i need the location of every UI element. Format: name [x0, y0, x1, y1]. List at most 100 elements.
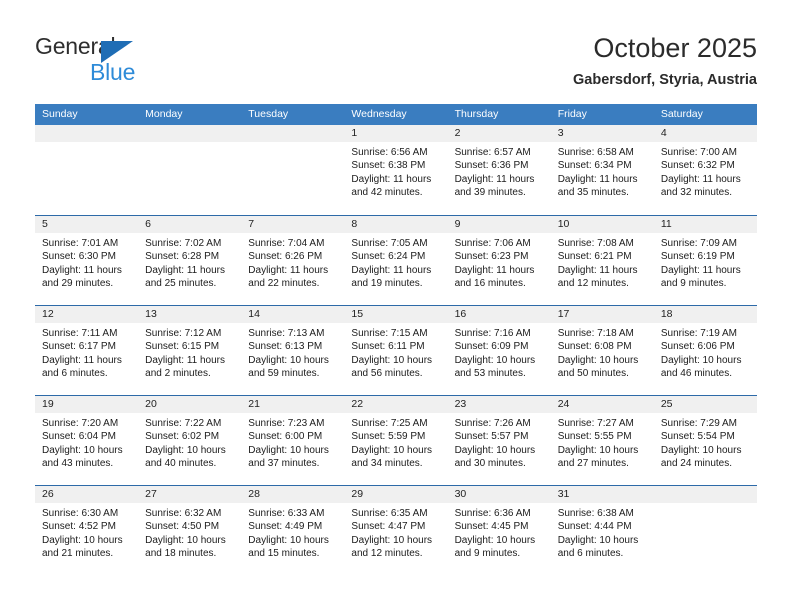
week-row: 12 Sunrise: 7:11 AM Sunset: 6:17 PM Dayl… [35, 305, 757, 395]
day-cell[interactable]: 13 Sunrise: 7:12 AM Sunset: 6:15 PM Dayl… [138, 306, 242, 395]
day-details: Sunrise: 6:32 AM Sunset: 4:50 PM Dayligh… [138, 503, 241, 561]
day-details: Sunrise: 7:02 AM Sunset: 6:28 PM Dayligh… [138, 233, 241, 291]
sunset-text: Sunset: 6:19 PM [660, 251, 735, 263]
day-cell[interactable]: 1 Sunrise: 6:56 AM Sunset: 6:38 PM Dayli… [344, 125, 448, 215]
daylight-text-line1: Daylight: 10 hours [145, 444, 226, 456]
daylight-text-line1: Daylight: 11 hours [557, 173, 638, 185]
calendar-page: General Blue October 2025 Gabersdorf, St… [0, 0, 792, 612]
sunrise-text: Sunrise: 7:01 AM [42, 238, 119, 249]
day-number [241, 125, 345, 142]
day-details: Sunrise: 7:08 AM Sunset: 6:21 PM Dayligh… [551, 233, 654, 291]
day-cell[interactable]: 24 Sunrise: 7:27 AM Sunset: 5:55 PM Dayl… [550, 396, 654, 485]
logo-text-blue: Blue [90, 59, 136, 85]
sunset-text: Sunset: 6:17 PM [42, 341, 116, 353]
weekday-header-wednesday: Wednesday [351, 108, 407, 120]
sunset-text: Sunset: 4:50 PM [145, 521, 220, 533]
day-cell[interactable]: 3 Sunrise: 6:58 AM Sunset: 6:34 PM Dayli… [550, 125, 654, 215]
sunrise-text: Sunrise: 7:02 AM [145, 238, 222, 249]
day-details: Sunrise: 7:22 AM Sunset: 6:02 PM Dayligh… [138, 413, 241, 471]
day-cell[interactable]: 9 Sunrise: 7:06 AM Sunset: 6:23 PM Dayli… [447, 216, 551, 305]
day-cell[interactable]: 30 Sunrise: 6:36 AM Sunset: 4:45 PM Dayl… [447, 486, 551, 575]
day-details: Sunrise: 7:13 AM Sunset: 6:13 PM Dayligh… [241, 323, 344, 381]
sunset-text: Sunset: 6:00 PM [248, 431, 323, 443]
daylight-text-line2: and 39 minutes. [454, 187, 526, 199]
day-number: 21 [241, 396, 345, 413]
day-cell[interactable]: 12 Sunrise: 7:11 AM Sunset: 6:17 PM Dayl… [35, 306, 139, 395]
daylight-text-line2: and 25 minutes. [145, 278, 217, 290]
daylight-text-line1: Daylight: 11 hours [660, 173, 741, 185]
day-cell[interactable]: 25 Sunrise: 7:29 AM Sunset: 5:54 PM Dayl… [653, 396, 757, 485]
day-details: Sunrise: 7:12 AM Sunset: 6:15 PM Dayligh… [138, 323, 241, 381]
day-cell[interactable]: 29 Sunrise: 6:35 AM Sunset: 4:47 PM Dayl… [344, 486, 448, 575]
day-cell[interactable]: 5 Sunrise: 7:01 AM Sunset: 6:30 PM Dayli… [35, 216, 139, 305]
day-cell[interactable]: 17 Sunrise: 7:18 AM Sunset: 6:08 PM Dayl… [550, 306, 654, 395]
day-cell[interactable] [653, 486, 757, 575]
sunrise-text: Sunrise: 6:30 AM [42, 508, 119, 519]
sunset-text: Sunset: 6:36 PM [454, 160, 529, 172]
day-cell[interactable]: 2 Sunrise: 6:57 AM Sunset: 6:36 PM Dayli… [447, 125, 551, 215]
day-cell[interactable]: 27 Sunrise: 6:32 AM Sunset: 4:50 PM Dayl… [138, 486, 242, 575]
day-cell[interactable]: 26 Sunrise: 6:30 AM Sunset: 4:52 PM Dayl… [35, 486, 139, 575]
daylight-text-line2: and 46 minutes. [660, 368, 733, 380]
day-cell[interactable]: 16 Sunrise: 7:16 AM Sunset: 6:09 PM Dayl… [447, 306, 551, 395]
day-cell[interactable]: 21 Sunrise: 7:23 AM Sunset: 6:00 PM Dayl… [241, 396, 345, 485]
day-cell[interactable]: 19 Sunrise: 7:20 AM Sunset: 6:04 PM Dayl… [35, 396, 139, 485]
day-cell[interactable] [35, 125, 139, 215]
day-cell[interactable]: 20 Sunrise: 7:22 AM Sunset: 6:02 PM Dayl… [138, 396, 242, 485]
sunset-text: Sunset: 6:04 PM [42, 431, 116, 443]
sunrise-text: Sunrise: 7:06 AM [454, 238, 531, 249]
sunset-text: Sunset: 6:32 PM [660, 160, 735, 172]
sunset-text: Sunset: 4:45 PM [454, 521, 529, 533]
day-number: 13 [138, 306, 242, 323]
day-details: Sunrise: 6:30 AM Sunset: 4:52 PM Dayligh… [35, 503, 138, 561]
day-cell[interactable]: 18 Sunrise: 7:19 AM Sunset: 6:06 PM Dayl… [653, 306, 757, 395]
weekday-header-friday: Friday [557, 108, 587, 120]
day-details: Sunrise: 7:18 AM Sunset: 6:08 PM Dayligh… [551, 323, 654, 381]
daylight-text-line2: and 59 minutes. [248, 368, 320, 380]
sunset-text: Sunset: 6:24 PM [351, 251, 426, 263]
day-cell[interactable]: 22 Sunrise: 7:25 AM Sunset: 5:59 PM Dayl… [344, 396, 448, 485]
daylight-text-line2: and 50 minutes. [557, 368, 629, 380]
day-number: 20 [138, 396, 242, 413]
day-cell[interactable]: 15 Sunrise: 7:15 AM Sunset: 6:11 PM Dayl… [344, 306, 448, 395]
sunset-text: Sunset: 6:09 PM [454, 341, 529, 353]
sunrise-text: Sunrise: 7:12 AM [145, 328, 222, 339]
sunset-text: Sunset: 6:23 PM [454, 251, 529, 263]
day-cell[interactable]: 11 Sunrise: 7:09 AM Sunset: 6:19 PM Dayl… [653, 216, 757, 305]
daylight-text-line1: Daylight: 11 hours [351, 173, 432, 185]
day-cell[interactable]: 8 Sunrise: 7:05 AM Sunset: 6:24 PM Dayli… [344, 216, 448, 305]
day-cell[interactable]: 10 Sunrise: 7:08 AM Sunset: 6:21 PM Dayl… [550, 216, 654, 305]
day-number: 22 [344, 396, 448, 413]
day-details: Sunrise: 7:20 AM Sunset: 6:04 PM Dayligh… [35, 413, 138, 471]
day-cell[interactable]: 4 Sunrise: 7:00 AM Sunset: 6:32 PM Dayli… [653, 125, 757, 215]
sunrise-text: Sunrise: 7:11 AM [42, 328, 118, 339]
sunrise-text: Sunrise: 7:09 AM [660, 238, 737, 249]
day-cell[interactable] [241, 125, 345, 215]
day-details: Sunrise: 7:27 AM Sunset: 5:55 PM Dayligh… [551, 413, 654, 471]
day-cell[interactable]: 23 Sunrise: 7:26 AM Sunset: 5:57 PM Dayl… [447, 396, 551, 485]
daylight-text-line1: Daylight: 10 hours [351, 444, 433, 456]
sunset-text: Sunset: 6:06 PM [660, 341, 735, 353]
day-details: Sunrise: 6:38 AM Sunset: 4:44 PM Dayligh… [551, 503, 654, 561]
day-cell[interactable]: 28 Sunrise: 6:33 AM Sunset: 4:49 PM Dayl… [241, 486, 345, 575]
sunset-text: Sunset: 4:47 PM [351, 521, 426, 533]
day-number: 26 [35, 486, 139, 503]
daylight-text-line2: and 24 minutes. [660, 458, 733, 470]
day-cell[interactable]: 6 Sunrise: 7:02 AM Sunset: 6:28 PM Dayli… [138, 216, 242, 305]
day-cell[interactable]: 7 Sunrise: 7:04 AM Sunset: 6:26 PM Dayli… [241, 216, 345, 305]
day-cell[interactable]: 14 Sunrise: 7:13 AM Sunset: 6:13 PM Dayl… [241, 306, 345, 395]
sunset-text: Sunset: 6:30 PM [42, 251, 116, 263]
day-number: 8 [344, 216, 448, 233]
weekday-header-monday: Monday [145, 108, 183, 120]
day-details: Sunrise: 6:57 AM Sunset: 6:36 PM Dayligh… [448, 142, 551, 200]
daylight-text-line2: and 35 minutes. [557, 187, 629, 199]
sunrise-text: Sunrise: 6:58 AM [557, 147, 634, 158]
day-cell[interactable]: 31 Sunrise: 6:38 AM Sunset: 4:44 PM Dayl… [550, 486, 654, 575]
sunrise-text: Sunrise: 7:15 AM [351, 328, 428, 339]
week-row: 26 Sunrise: 6:30 AM Sunset: 4:52 PM Dayl… [35, 485, 757, 575]
day-number: 11 [653, 216, 757, 233]
day-details: Sunrise: 7:06 AM Sunset: 6:23 PM Dayligh… [448, 233, 551, 291]
day-details: Sunrise: 7:09 AM Sunset: 6:19 PM Dayligh… [654, 233, 757, 291]
day-cell[interactable] [138, 125, 242, 215]
general-blue-logo[interactable]: General Blue [35, 33, 215, 89]
